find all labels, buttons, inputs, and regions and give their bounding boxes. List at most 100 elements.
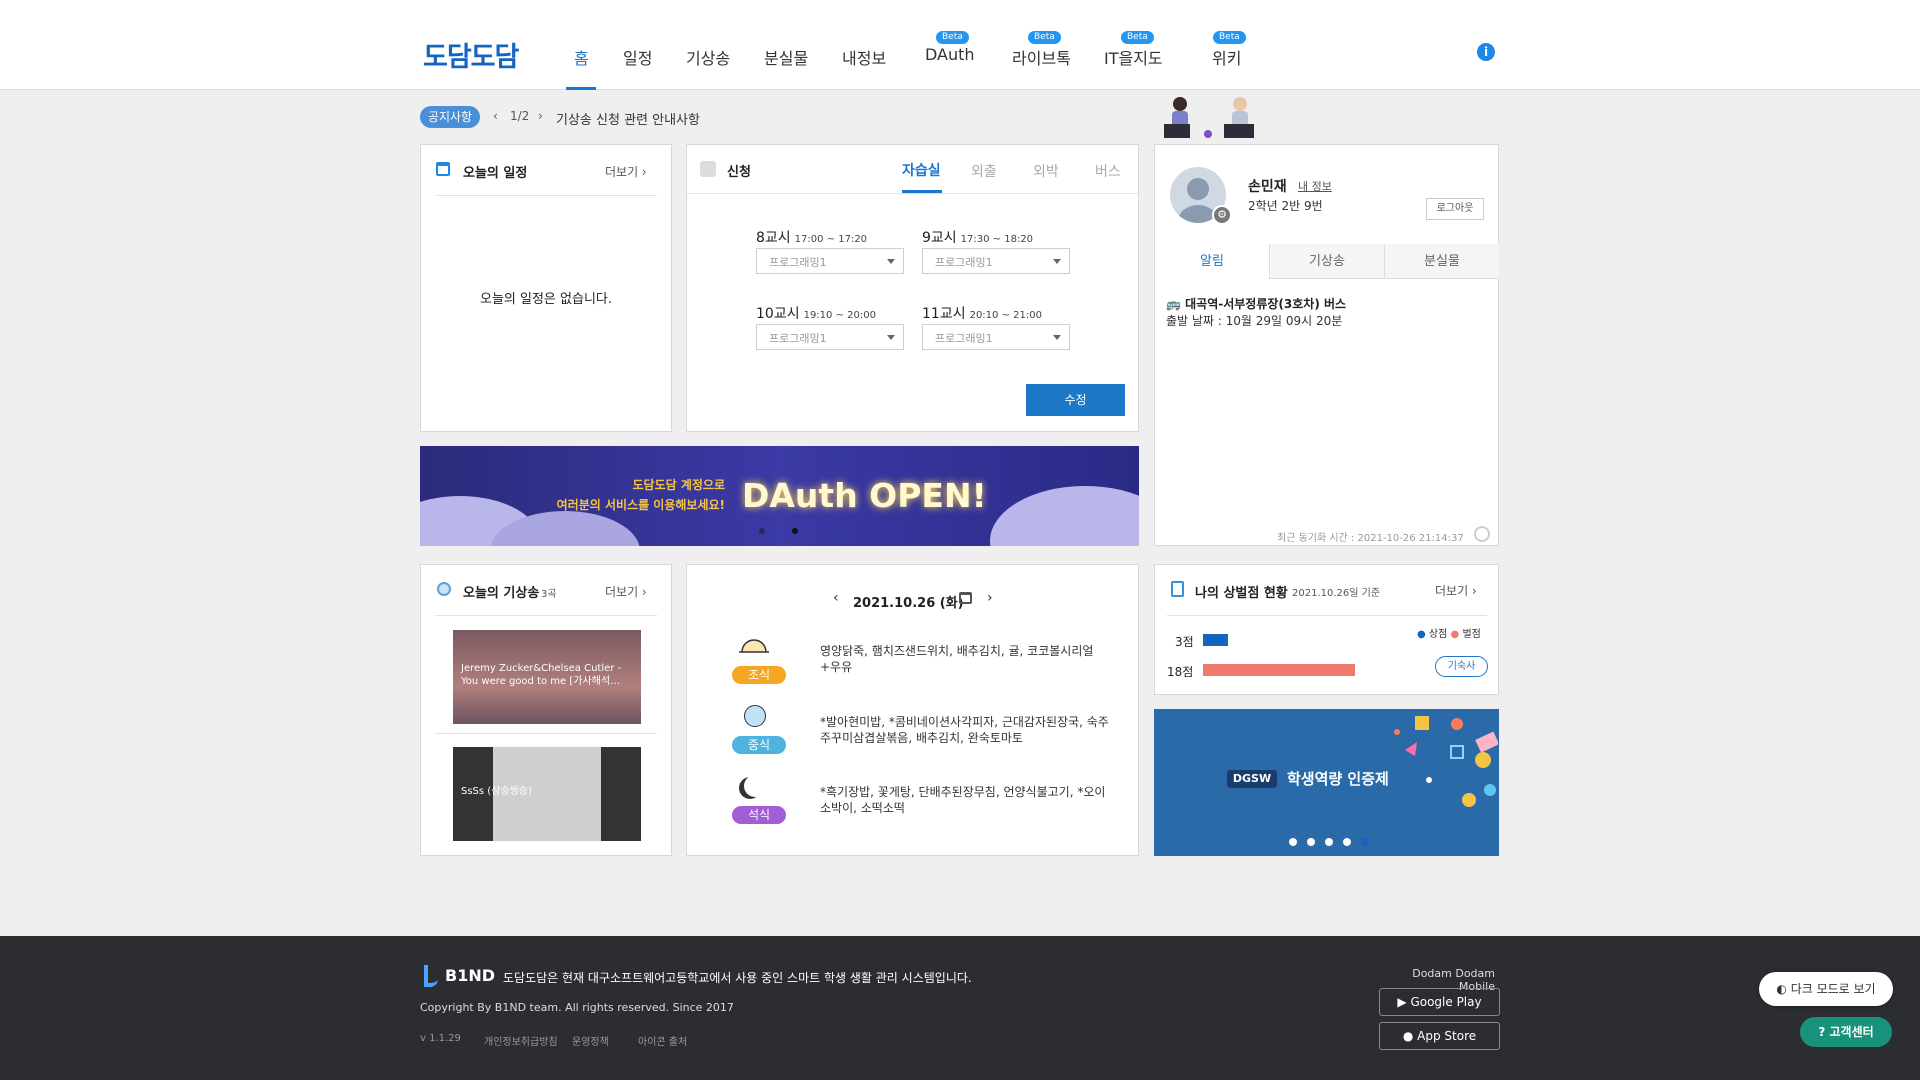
promo-text: 학생역량 인증제 [1287,770,1389,788]
moon-icon [744,775,766,797]
apply-submit-button[interactable]: 수정 [1026,384,1125,416]
tab-overnight[interactable]: 외박 [1033,161,1059,181]
calendar-icon [436,162,450,176]
carousel-dot[interactable] [1307,838,1315,846]
tab-study-room[interactable]: 자습실 [902,160,941,180]
calendar-icon[interactable] [959,592,972,604]
period-8-select[interactable]: 프로그래밍1 [756,248,904,274]
period-10-select[interactable]: 프로그래밍1 [756,324,904,350]
tab-outing[interactable]: 외출 [971,161,997,181]
myinfo-link[interactable]: 내 정보 [1298,178,1332,194]
nav-wiki[interactable]: 위키 [1212,45,1241,69]
schedule-empty-message: 오늘의 일정은 없습니다. [480,292,612,307]
song-item[interactable]: Jeremy Zucker&Chelsea Cutler - You were … [453,630,641,724]
contrast-icon: ◐ [1776,982,1791,996]
carousel-dot[interactable] [1289,838,1297,846]
notice-page: 1/2 [510,109,530,123]
nav-myinfo[interactable]: 내정보 [842,45,886,69]
schedule-more-link[interactable]: 더보기 › [605,163,647,180]
nav-wakeup-song[interactable]: 기상송 [686,45,730,69]
tab-notifications[interactable]: 알림 [1155,244,1270,279]
schedule-title: 오늘의 일정 [463,166,528,181]
beta-badge: Beta [936,31,969,44]
period-11-label: 11교시 20:10 ~ 21:00 [922,306,1042,322]
demerit-bar [1203,664,1355,676]
footer-version: v 1.1.29 [420,1033,461,1044]
period-10-label: 10교시 19:10 ~ 20:00 [756,306,876,322]
carousel-dot[interactable] [1361,838,1369,846]
tab-bus[interactable]: 버스 [1095,161,1121,181]
dorm-button[interactable]: 기숙사 [1435,656,1488,677]
customer-center-button[interactable]: ? 고객센터 [1800,1017,1892,1047]
footer-policy-link[interactable]: 운영정책 [572,1033,609,1048]
lunch-label: 중식 [732,736,786,754]
notice-prev-icon[interactable]: ‹ [493,109,498,123]
nav-livetalk[interactable]: 라이브톡 [1012,45,1071,69]
tab-songs[interactable]: 기상송 [1270,244,1385,279]
today-schedule-card: 오늘의 일정 더보기 › 오늘의 일정은 없습니다. [420,144,672,432]
nav-lost-found[interactable]: 분실물 [764,45,808,69]
nav-it-map[interactable]: IT을지도 [1104,45,1163,69]
notice-badge[interactable]: 공지사항 [420,106,480,128]
help-icon: ? [1818,1025,1830,1039]
period-9-select[interactable]: 프로그래밍1 [922,248,1070,274]
footer-icons-link[interactable]: 아이콘 출처 [638,1033,687,1048]
music-icon [437,582,451,596]
competency-banner[interactable]: DGSW 학생역량 인증제 [1154,709,1499,856]
nav-home[interactable]: 홈 [574,45,589,69]
dinner-label: 석식 [732,806,786,824]
songs-title: 오늘의 기상송 [463,586,540,601]
app-logo[interactable]: 도담도담 [423,35,519,74]
carousel-dot[interactable] [792,528,798,534]
b1nd-logo-icon [424,965,438,987]
beta-badge: Beta [1121,31,1154,44]
period-9-label: 9교시 17:30 ~ 18:20 [922,230,1034,246]
google-play-button[interactable]: ▶ Google Play [1379,988,1500,1016]
notification-title[interactable]: 🚌 대곡역-서부정류장(3호차) 버스 [1166,295,1346,312]
banner-headline: DAuth OPEN! [742,476,987,515]
banner-line2: 여러분의 서비스를 이용해보세요! [556,498,725,512]
meal-prev-icon[interactable]: ‹ [833,590,839,606]
song-item[interactable]: SsSs (상승쌍승) [453,747,641,841]
lunch-menu: *발아현미밥, *콤비네이션사각피자, 근대감자된장국, 숙주주꾸미삼겹살볶음,… [820,715,1109,745]
app-store-button[interactable]: ● App Store [1379,1022,1500,1050]
songs-more-link[interactable]: 더보기 › [605,583,647,600]
carousel-dot[interactable] [759,528,765,534]
carousel-dot[interactable] [1343,838,1351,846]
tab-lost-items[interactable]: 분실물 [1385,244,1499,279]
logout-button[interactable]: 로그아웃 [1426,198,1484,220]
divider [435,733,657,734]
meals-card: ‹ 2021.10.26 (화) › 조식 영양닭죽, 햄치즈샌드위치, 배추김… [686,564,1139,856]
meal-next-icon[interactable]: › [987,590,993,606]
songs-count: 3곡 [541,589,557,600]
period-11-select[interactable]: 프로그래밍1 [922,324,1070,350]
demerit-label: 18점 [1167,665,1194,679]
confetti-decoration [1385,710,1498,830]
breakfast-label: 조식 [732,666,786,684]
breakfast-menu: 영양닭죽, 햄치즈샌드위치, 배추김치, 귤, 코코볼시리얼+우유 [820,644,1094,674]
nav-schedule[interactable]: 일정 [623,45,652,69]
refresh-icon[interactable] [1474,526,1490,542]
footer: B1ND 도담도담은 현재 대구소프트웨어고등학교에서 사용 중인 스마트 학생… [0,936,1920,1080]
carousel-dot[interactable] [1325,838,1333,846]
nav-dauth[interactable]: DAuth [925,45,975,64]
info-icon[interactable]: i [1477,43,1495,61]
beta-badge: Beta [1028,31,1061,44]
clipboard-icon [1171,581,1184,597]
divider [1167,615,1487,616]
notice-title[interactable]: 기상송 신청 관련 안내사항 [556,109,700,128]
notice-next-icon[interactable]: › [538,109,543,123]
points-more-link[interactable]: 더보기 › [1435,582,1477,599]
dark-mode-toggle[interactable]: ◐ 다크 모드로 보기 [1759,972,1893,1006]
settings-gear-icon[interactable]: ⚙ [1212,205,1232,225]
points-legend: ● 상점 ● 벌점 [1417,629,1481,640]
footer-privacy-link[interactable]: 개인정보취급방침 [484,1033,558,1048]
footer-copyright: Copyright By B1ND team. All rights reser… [420,1001,734,1014]
wakeup-songs-card: 오늘의 기상송 3곡 더보기 › Jeremy Zucker&Chelsea C… [420,564,672,856]
active-tab-indicator [566,87,596,90]
notification-body: 출발 날짜 : 10월 29일 09시 20분 [1166,314,1343,328]
profile-card: ⚙ 손민재 내 정보 2학년 2반 9번 로그아웃 알림 기상송 분실물 🚌 대… [1154,144,1499,546]
footer-description: 도담도담은 현재 대구소프트웨어고등학교에서 사용 중인 스마트 학생 생활 관… [503,971,972,985]
beta-badge: Beta [1213,31,1246,44]
dauth-banner[interactable]: 도담도담 계정으로 여러분의 서비스를 이용해보세요! DAuth OPEN! [420,446,1139,546]
